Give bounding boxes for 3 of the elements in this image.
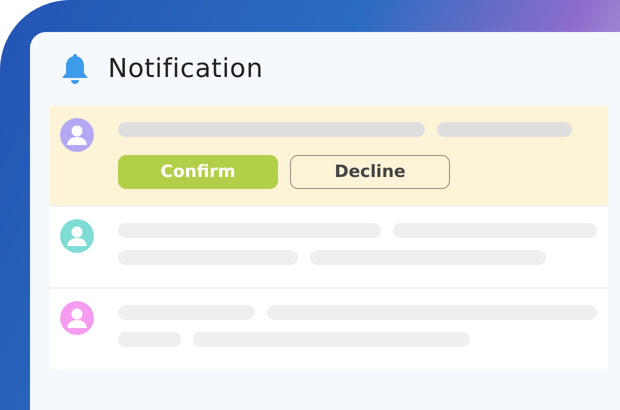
decline-button[interactable]: Decline — [290, 155, 450, 189]
panel-title: Notification — [108, 54, 264, 84]
bell-icon — [60, 53, 90, 85]
